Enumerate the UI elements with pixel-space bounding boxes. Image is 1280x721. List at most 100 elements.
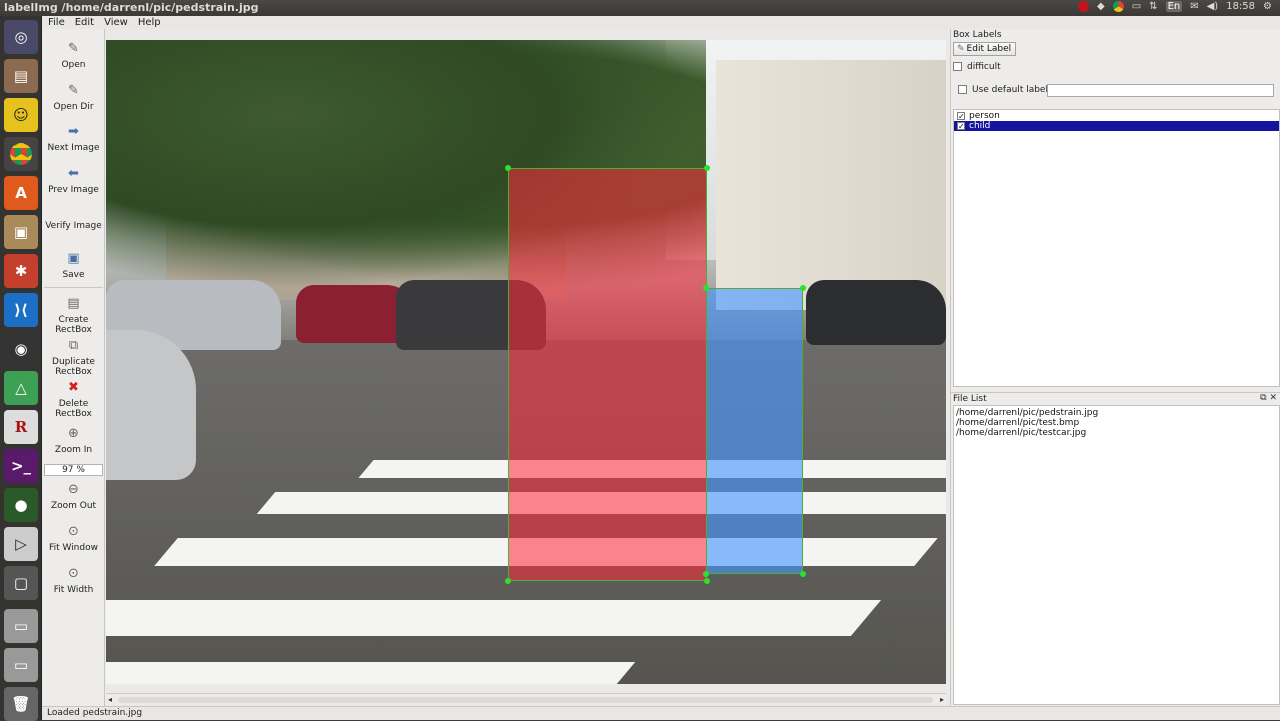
label-item-child[interactable]: child [954,121,1279,131]
box-corner-handle[interactable] [703,285,709,291]
box-corner-handle[interactable] [800,571,806,577]
scroll-right-icon[interactable]: ▸ [940,695,944,704]
drive-2-icon[interactable]: ▭ [4,648,38,682]
record-icon[interactable] [1078,1,1090,12]
scroll-left-icon[interactable]: ◂ [108,695,112,704]
prev-arrow-icon: ⬅ [68,166,79,181]
menu-bar: File Edit View Help [42,16,1280,29]
next-image-label: Next Image [47,143,100,153]
bounding-box-person[interactable] [508,168,707,581]
image-canvas[interactable]: ◂ ▸ [105,29,950,706]
float-icon[interactable]: ⧉ [1260,393,1266,403]
next-image-button[interactable]: ➡ Next Image [42,124,105,153]
horizontal-scrollbar[interactable]: ◂ ▸ [106,693,946,705]
delete-rectbox-button[interactable]: ✖ Delete RectBox [42,380,105,419]
box-corner-handle[interactable] [505,165,511,171]
menu-help[interactable]: Help [134,16,165,29]
box-corner-handle[interactable] [704,165,710,171]
scrollbar-thumb[interactable] [118,697,933,703]
file-item[interactable]: /home/darrenl/pic/pedstrain.jpg [956,408,1098,418]
globe-icon[interactable]: ● [4,488,38,522]
toolbar-separator [44,287,103,288]
zoom-in-icon: ⊕ [68,426,79,441]
chrome-icon[interactable] [4,137,38,171]
duplicate-rectbox-label: Duplicate RectBox [52,357,95,377]
window-title: labelImg /home/darrenl/pic/pedstrain.jpg [4,1,259,14]
drive-icon[interactable]: ▭ [4,609,38,643]
labelimg-icon[interactable]: ▷ [4,527,38,561]
pencil-icon: ✎ [957,44,965,54]
keyboard-icon[interactable]: ▭ [1132,1,1141,12]
fit-width-button[interactable]: ⊙ Fit Width [42,566,105,595]
vscode-icon[interactable]: ⟩⟨ [4,293,38,327]
zoom-in-button[interactable]: ⊕ Zoom In [42,426,105,455]
mail-icon[interactable]: ✉ [1190,1,1198,12]
difficult-checkbox[interactable]: difficult [953,62,1001,72]
right-dock: Box Labels ✎ Edit Label difficult Use def… [950,29,1280,706]
delete-icon: ✖ [68,380,79,395]
duplicate-rectbox-button[interactable]: ⧉ Duplicate RectBox [42,338,105,377]
power-icon[interactable]: ⚙ [1263,1,1272,12]
label-check[interactable] [957,111,965,120]
tool-bar: ✎ Open ✎ Open Dir ➡ Next Image ⬅ Prev Image … [42,29,105,706]
label-item-person[interactable]: person [954,111,1279,121]
menu-view[interactable]: View [100,16,132,29]
use-default-check[interactable] [958,85,967,94]
prev-image-button[interactable]: ⬅ Prev Image [42,166,105,195]
menu-file[interactable]: File [44,16,69,29]
next-arrow-icon: ➡ [68,124,79,139]
white-car [106,330,196,480]
open-button[interactable]: ✎ Open [42,41,105,70]
fit-window-button[interactable]: ⊙ Fit Window [42,524,105,553]
zoom-out-label: Zoom Out [50,501,97,511]
app-icon[interactable]: ☺ [4,98,38,132]
label-check[interactable] [957,121,965,130]
box-corner-handle[interactable] [505,578,511,584]
files-icon[interactable]: ▤ [4,59,38,93]
language-indicator[interactable]: En [1165,1,1183,12]
edit-label-button[interactable]: ✎ Edit Label [953,42,1016,56]
box-corner-handle[interactable] [703,571,709,577]
default-label-input[interactable] [1047,84,1274,97]
label-list: person child [953,109,1280,387]
difficult-label: difficult [967,62,1001,72]
file-item[interactable]: /home/darrenl/pic/test.bmp [956,418,1079,428]
verify-image-label: Verify Image [45,221,102,231]
r-icon[interactable]: R [4,410,38,444]
bounding-box-child[interactable] [706,288,803,574]
clock[interactable]: 18:58 [1226,1,1255,12]
fit-window-label: Fit Window [49,543,98,553]
terminal-icon[interactable]: >_ [4,449,38,483]
create-rectbox-button[interactable]: ▤ Create RectBox [42,296,105,335]
close-icon[interactable]: ✕ [1269,393,1277,403]
network-icon[interactable]: ⇅ [1149,1,1157,12]
window-icon[interactable]: ▢ [4,566,38,600]
zoom-spinbox[interactable]: 97 % [44,464,103,476]
dropbox-icon[interactable]: ◆ [1097,1,1105,12]
chrome-tray-icon[interactable] [1112,1,1124,12]
verify-image-button[interactable]: Verify Image [42,221,105,231]
crosswalk-stripe [106,600,882,636]
archive-icon[interactable]: ▣ [4,215,38,249]
create-rectbox-label: Create RectBox [55,315,92,335]
volume-icon[interactable]: ◀) [1207,1,1219,12]
android-studio-icon[interactable]: △ [4,371,38,405]
save-button[interactable]: ▣ Save [42,251,105,280]
dash-icon[interactable]: ◎ [4,20,38,54]
street-photo[interactable] [106,40,946,684]
menu-edit[interactable]: Edit [71,16,98,29]
status-bar: Loaded pedstrain.jpg [42,706,1280,720]
settings-icon[interactable]: ✱ [4,254,38,288]
box-corner-handle[interactable] [800,285,806,291]
use-default-label-checkbox[interactable]: Use default label [958,85,1048,95]
open-dir-button[interactable]: ✎ Open Dir [42,83,105,112]
software-center-icon[interactable]: A [4,176,38,210]
black-car [806,280,946,345]
file-item[interactable]: /home/darrenl/pic/testcar.jpg [956,428,1086,438]
box-corner-handle[interactable] [704,578,710,584]
trash-icon[interactable]: 🗑 [4,687,38,721]
zoom-in-label: Zoom In [54,445,93,455]
gimp-icon[interactable]: ◉ [4,332,38,366]
difficult-check[interactable] [953,62,962,71]
zoom-out-button[interactable]: ⊖ Zoom Out [42,482,105,511]
